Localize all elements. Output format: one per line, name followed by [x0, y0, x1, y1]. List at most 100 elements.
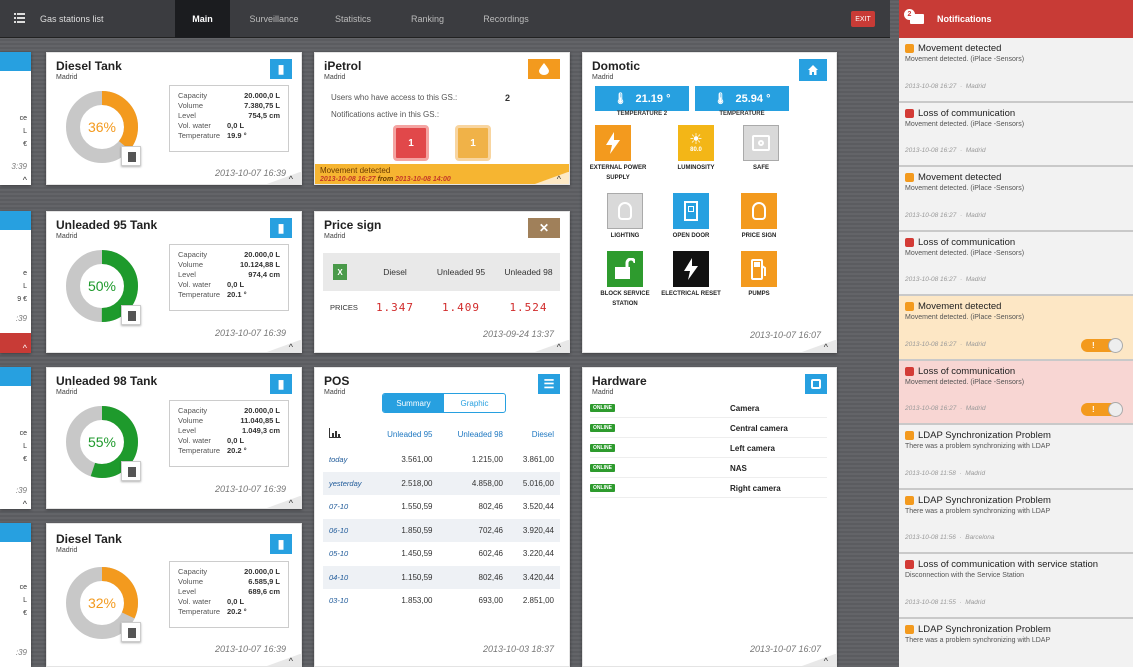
tab-ranking[interactable]: Ranking [395, 0, 460, 38]
notification-item[interactable]: Loss of communication Movement detected.… [899, 102, 1133, 167]
collapse-corner[interactable]: ^ [251, 496, 301, 508]
edge-card-text: ce L € [19, 115, 27, 148]
collapse-corner[interactable]: ^ [519, 172, 569, 184]
ipetrol-card[interactable]: iPetrol Madrid Users who have access to … [314, 52, 570, 185]
notification-item[interactable]: Loss of communication Movement detected.… [899, 360, 1133, 425]
tile-label: SAFE [752, 165, 769, 171]
chevron-up-icon: ^ [823, 342, 828, 352]
edge-card[interactable]: ce L € :39 ^ [0, 367, 31, 509]
chevron-up-icon[interactable]: ^ [23, 343, 27, 353]
collapse-corner[interactable]: ^ [251, 340, 301, 352]
tank-icon[interactable]: ▮ [270, 374, 292, 394]
notification-badge-icon[interactable]: 2 [904, 9, 924, 25]
tile-label: PUMPS [748, 291, 770, 297]
notification-item[interactable]: Loss of communication with service stati… [899, 554, 1133, 619]
document-icon[interactable] [121, 622, 141, 642]
domotic-card[interactable]: Domotic Madrid 🌡 21.19 ° TEMPERATURE 2 🌡 2… [582, 52, 837, 353]
chevron-up-icon[interactable]: ^ [23, 499, 27, 509]
tank-icon[interactable]: ▮ [270, 534, 292, 554]
card-title: Domotic [592, 59, 640, 73]
tank-icon[interactable]: ▮ [270, 218, 292, 238]
card-title: Price sign [324, 218, 382, 232]
document-icon[interactable] [121, 305, 141, 325]
orange-notification-count[interactable]: 1 [455, 125, 491, 161]
collapse-corner[interactable]: ^ [786, 654, 836, 666]
warning-icon: ! [1092, 405, 1095, 414]
chart-icon[interactable] [329, 428, 341, 438]
severity-indicator [905, 560, 914, 569]
collapse-corner[interactable]: ^ [519, 340, 569, 352]
tab-main[interactable]: Main [175, 0, 230, 38]
tank-icon[interactable]: ▮ [270, 59, 292, 79]
tab-recordings[interactable]: Recordings [466, 0, 546, 38]
card-date: 2013-10-07 16:39 [214, 644, 286, 654]
door-icon[interactable] [673, 193, 709, 229]
gas-stations-list-button[interactable]: Gas stations list [0, 0, 175, 38]
table-row: 06-10 1.850,59 702,46 3.920,44 [323, 518, 560, 542]
lightning-icon[interactable] [595, 125, 631, 161]
red-notification-count[interactable]: 1 [393, 125, 429, 161]
edge-card[interactable]: ce L € :39 [0, 523, 31, 667]
price-sign-card[interactable]: Price sign Madrid ✕ X Diesel Unleaded 95… [314, 211, 570, 353]
temperature-2-sensor[interactable]: 🌡 21.19 ° [595, 86, 689, 111]
bulb-icon[interactable] [741, 193, 777, 229]
pos-view-toggle: Summary Graphic [382, 393, 506, 413]
pump-icon[interactable] [741, 251, 777, 287]
collapse-corner[interactable]: ^ [786, 340, 836, 352]
tab-statistics[interactable]: Statistics [318, 0, 388, 38]
alert-toggle[interactable]: ! [1081, 402, 1123, 417]
chevron-up-icon: ^ [288, 174, 293, 184]
summary-tab[interactable]: Summary [383, 394, 444, 412]
lightning-icon[interactable] [673, 251, 709, 287]
card-city: Madrid [592, 389, 614, 396]
device-row[interactable]: ONLINE Camera [590, 399, 827, 418]
excel-icon[interactable]: X [333, 264, 347, 280]
chevron-up-icon: ^ [556, 342, 561, 352]
tank-card[interactable]: Diesel Tank Madrid ▮ 36% Capacity 20.000,… [46, 52, 302, 185]
sun-icon[interactable]: ☀ 80.0 [678, 125, 714, 161]
edge-card[interactable]: eL9 € :39 ^ [0, 211, 31, 353]
home-icon[interactable] [799, 59, 827, 81]
temperature-sensor[interactable]: 🌡 25.94 ° [695, 86, 789, 111]
card-city: Madrid [56, 389, 78, 396]
edge-card[interactable]: ce L € 3:39 ^ [0, 52, 31, 185]
table-row: 07-10 1.550,59 802,46 3.520,44 [329, 502, 554, 512]
list-icon[interactable]: ☰ [538, 374, 560, 394]
tile-label: LIGHTING [610, 233, 640, 239]
collapse-corner[interactable]: ^ [251, 654, 301, 666]
notification-item[interactable]: Loss of communication Movement detected.… [899, 231, 1133, 296]
chip-icon[interactable] [805, 374, 827, 394]
tank-stats: Capacity 20.000,0 L Volume 7.380,75 L Leve… [169, 85, 289, 152]
document-icon[interactable] [121, 146, 141, 166]
tile-label: EXTERNAL POWER SUPPLY [589, 165, 647, 181]
collapse-corner[interactable]: ^ [251, 172, 301, 184]
tools-icon[interactable]: ✕ [528, 218, 560, 238]
pos-card[interactable]: POS Madrid ☰ Summary Graphic Unleaded 95… [314, 367, 570, 667]
notification-item[interactable]: Movement detected Movement detected. (iP… [899, 38, 1133, 103]
notification-item[interactable]: LDAP Synchronization Problem There was a… [899, 618, 1133, 667]
chevron-up-icon[interactable]: ^ [23, 175, 27, 185]
notification-item[interactable]: LDAP Synchronization Problem There was a… [899, 489, 1133, 554]
device-row[interactable]: ONLINE NAS [590, 459, 827, 478]
tank-card[interactable]: Diesel Tank Madrid ▮ 32% Capacity 20.000,… [46, 523, 302, 667]
exit-button[interactable]: EXIT [851, 11, 875, 27]
tank-card[interactable]: Unleaded 95 Tank Madrid ▮ 50% Capacity 20… [46, 211, 302, 353]
graphic-tab[interactable]: Graphic [444, 394, 505, 412]
notification-item[interactable]: Movement detected Movement detected. (iP… [899, 167, 1133, 232]
tank-card[interactable]: Unleaded 98 Tank Madrid ▮ 55% Capacity 20… [46, 367, 302, 509]
tab-surveillance[interactable]: Surveillance [230, 0, 318, 38]
table-row: 05-10 1.450,59 602,46 3.220,44 [329, 549, 554, 559]
unlock-icon[interactable] [607, 251, 643, 287]
safe-icon[interactable] [743, 125, 779, 161]
hardware-card[interactable]: Hardware Madrid ONLINE Camera ONLINE Centr… [582, 367, 837, 667]
notification-item[interactable]: LDAP Synchronization Problem There was a… [899, 425, 1133, 490]
alert-toggle[interactable]: ! [1081, 337, 1123, 353]
document-icon[interactable] [121, 461, 141, 481]
device-row[interactable]: ONLINE Left camera [590, 439, 827, 458]
card-date: 2013-10-07 16:39 [214, 328, 286, 338]
notification-item[interactable]: Movement detected Movement detected. (iP… [899, 296, 1133, 361]
device-row[interactable]: ONLINE Right camera [590, 479, 827, 498]
drop-icon[interactable] [528, 59, 560, 79]
bulb-icon[interactable] [607, 193, 643, 229]
device-row[interactable]: ONLINE Central camera [590, 419, 827, 438]
